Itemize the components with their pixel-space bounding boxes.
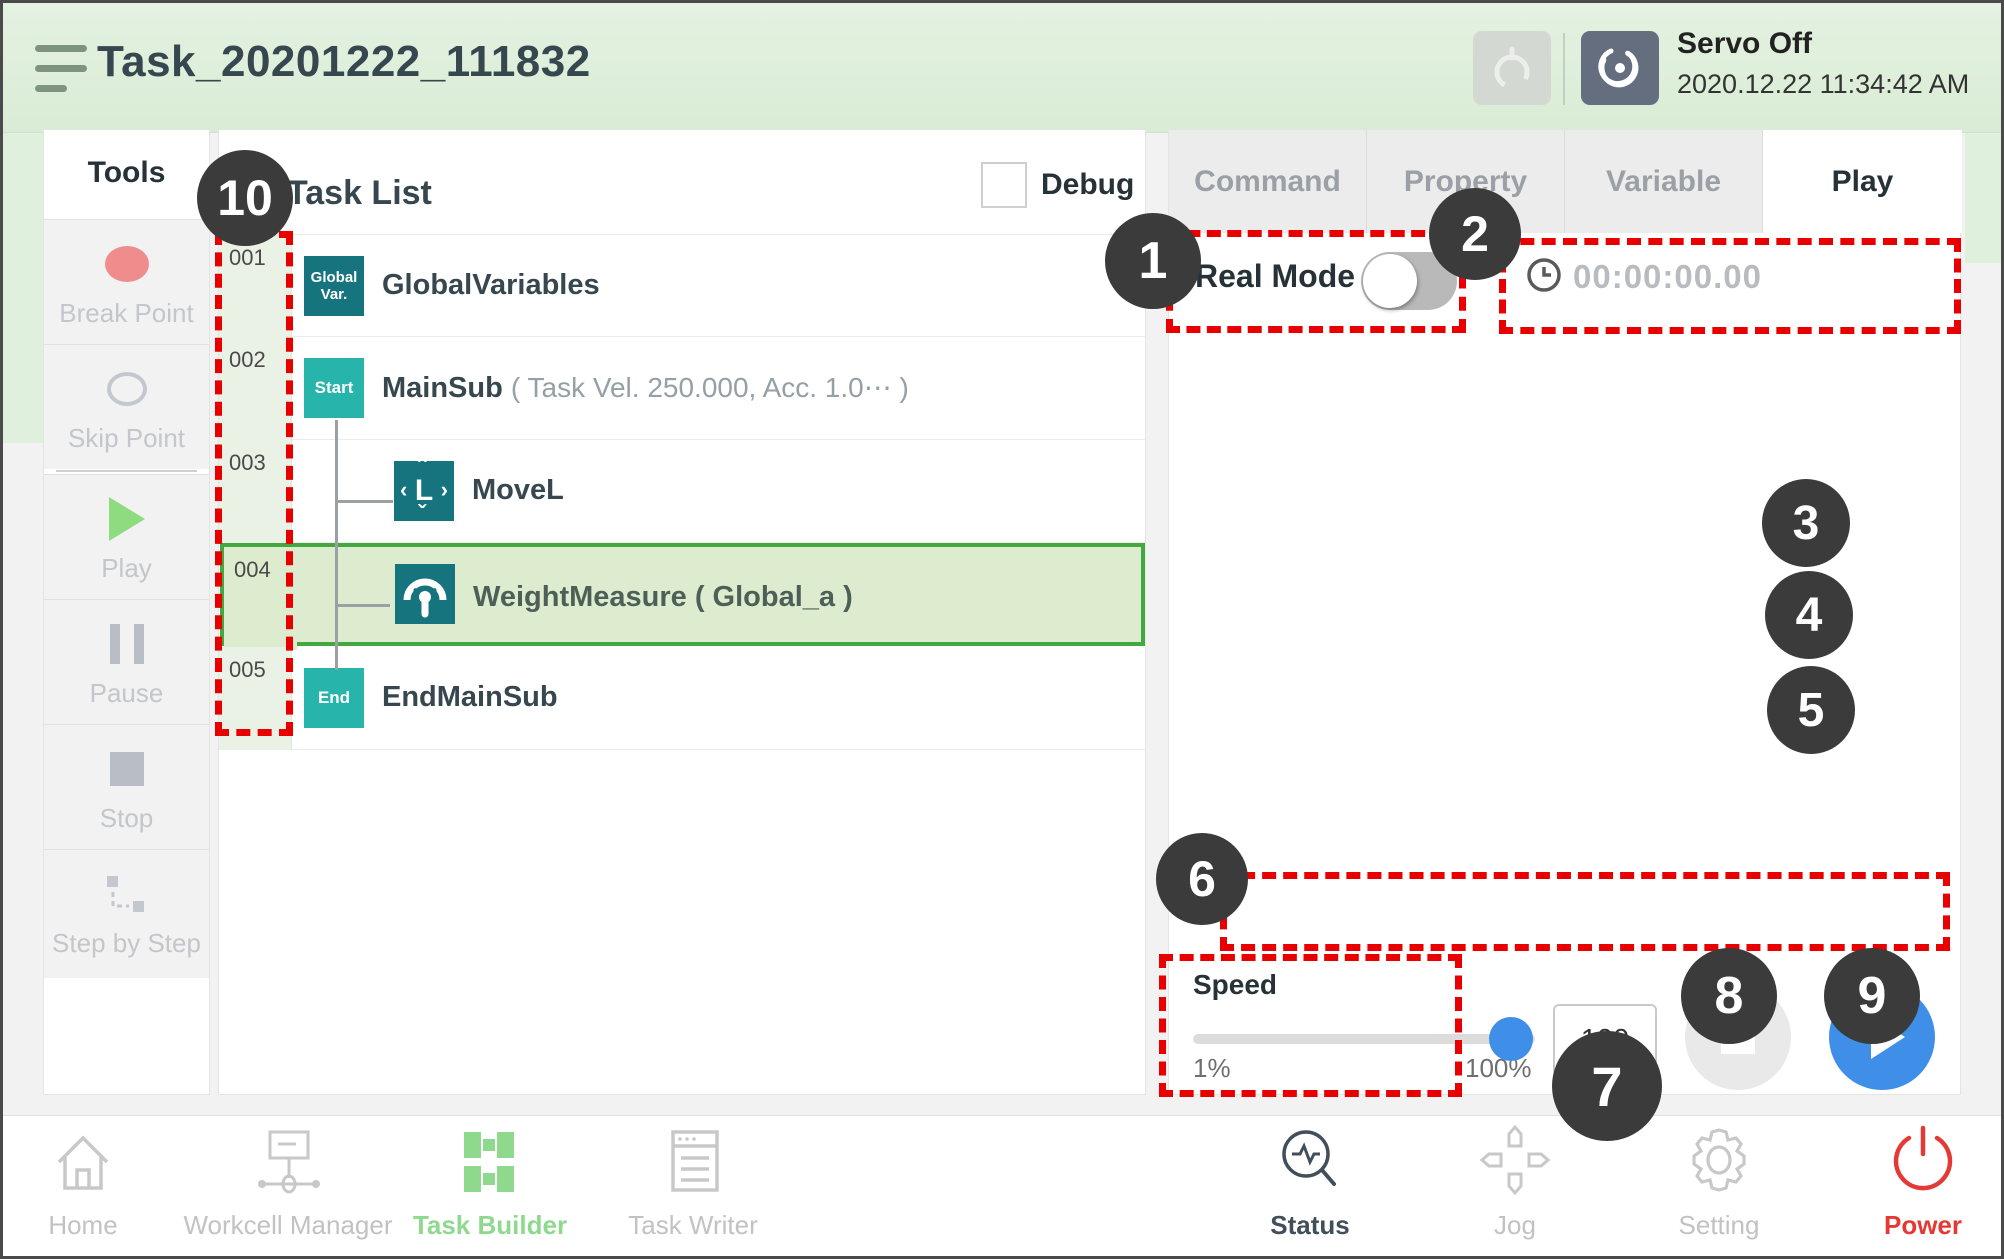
annotation-badge-6: 6: [1156, 833, 1248, 925]
task-row-endmainsub[interactable]: 005 End EndMainSub: [219, 647, 1145, 750]
row-sub-label: ( Task Vel. 250.000, Acc. 1.0⋯ ): [511, 372, 909, 403]
servo-status: Servo Off: [1677, 27, 1812, 61]
weightmeasure-icon: [395, 564, 455, 624]
annotation-rect-timer: [1499, 238, 1961, 334]
page-title: Task_20201222_111832: [97, 37, 591, 87]
step-by-step-button[interactable]: Step by Step: [44, 849, 209, 978]
nav-jog[interactable]: Jog: [1415, 1116, 1615, 1259]
play-button[interactable]: Play: [44, 474, 209, 599]
tree-connector-row4: [335, 604, 390, 607]
skip-point-button[interactable]: Skip Point: [44, 344, 209, 469]
annotation-rect-line-numbers: [215, 231, 293, 736]
workcell-manager-icon: [168, 1116, 408, 1200]
skip-point-icon: [44, 363, 209, 415]
tools-sidebar: Tools Break Point Skip Point Play: [43, 129, 210, 1095]
tree-connector-row3: [335, 500, 393, 503]
power-icon: [1823, 1116, 2004, 1200]
row-label: MoveL: [472, 474, 564, 507]
stop-button[interactable]: Stop: [44, 724, 209, 849]
tab-command[interactable]: Command: [1169, 130, 1367, 233]
task-list-panel: Task List Debug 001 Global Var. GlobalVa…: [218, 129, 1146, 1095]
gripper-icon: [1473, 31, 1551, 105]
play-icon: [44, 493, 209, 545]
end-icon: End: [304, 668, 364, 728]
nav-task-builder[interactable]: Task Builder: [390, 1116, 590, 1259]
break-point-button[interactable]: Break Point: [44, 219, 209, 344]
background-strip-left: [3, 133, 43, 443]
task-row-weightmeasure-selected[interactable]: 004 WeightMeasure ( Global_a ): [220, 543, 1145, 646]
annotation-badge-5: 5: [1767, 666, 1855, 754]
start-icon: Start: [304, 358, 364, 418]
annotation-badge-10: 10: [197, 150, 293, 246]
task-row-movel[interactable]: 003 ‹ › ˆ ˇ L MoveL: [219, 440, 1145, 543]
annotation-badge-7: 7: [1552, 1031, 1662, 1141]
task-list-title: Task List: [287, 174, 432, 213]
annotation-rect-real-mode: [1166, 230, 1466, 333]
annotation-badge-8: 8: [1681, 948, 1777, 1044]
hamburger-menu-icon[interactable]: [35, 45, 87, 92]
tree-connector-vertical: [335, 420, 338, 670]
stop-icon: [44, 743, 209, 795]
movel-icon: ‹ › ˆ ˇ L: [394, 461, 454, 521]
app-window: Task_20201222_111832 Servo Off 2020.12.2…: [0, 0, 2004, 1259]
nav-task-writer[interactable]: Task Writer: [593, 1116, 793, 1259]
annotation-badge-3: 3: [1762, 479, 1850, 567]
row-label: EndMainSub: [382, 681, 558, 714]
annotation-badge-1: 1: [1105, 213, 1201, 309]
annotation-rect-view-buttons: [1220, 872, 1950, 951]
annotation-badge-9: 9: [1824, 948, 1920, 1044]
task-builder-icon: [390, 1116, 590, 1200]
annotation-badge-4: 4: [1765, 571, 1853, 659]
nav-home[interactable]: Home: [0, 1116, 183, 1259]
nav-status[interactable]: Status: [1210, 1116, 1410, 1259]
background-strip-right: [1965, 133, 2004, 263]
pause-icon: [44, 618, 209, 670]
robot-mode-button[interactable]: [1581, 31, 1659, 105]
annotation-badge-2: 2: [1429, 188, 1521, 280]
nav-power[interactable]: Power: [1823, 1116, 2004, 1259]
bottom-navigation: Home Workcell Manager: [3, 1115, 2004, 1258]
nav-workcell-manager[interactable]: Workcell Manager: [168, 1116, 408, 1259]
row-label: MainSub ( Task Vel. 250.000, Acc. 1.0⋯ ): [382, 371, 909, 405]
setting-gear-icon: [1619, 1116, 1819, 1200]
row-label: WeightMeasure ( Global_a ): [473, 581, 853, 614]
annotation-rect-speed: [1159, 954, 1462, 1097]
tab-variable[interactable]: Variable: [1565, 130, 1763, 233]
tools-divider: [56, 470, 197, 472]
home-icon: [0, 1116, 183, 1200]
pause-button[interactable]: Pause: [44, 599, 209, 724]
status-icon: [1210, 1116, 1410, 1200]
global-var-icon: Global Var.: [304, 256, 364, 316]
nav-setting[interactable]: Setting: [1619, 1116, 1819, 1259]
robot-swirl-icon: [1581, 31, 1659, 105]
debug-label: Debug: [1041, 168, 1134, 202]
header-divider: [1563, 33, 1565, 105]
row-label: GlobalVariables: [382, 269, 600, 302]
task-row-mainsub[interactable]: 002 Start MainSub ( Task Vel. 250.000, A…: [219, 337, 1145, 440]
break-point-icon: [44, 238, 209, 290]
tab-play[interactable]: Play: [1763, 130, 1962, 233]
tools-title: Tools: [44, 130, 209, 190]
task-writer-icon: [593, 1116, 793, 1200]
header-datetime: 2020.12.22 11:34:42 AM: [1677, 69, 1969, 100]
step-by-step-icon: [44, 868, 209, 920]
task-row-globalvariables[interactable]: 001 Global Var. GlobalVariables: [219, 234, 1145, 337]
gripper-tool-button[interactable]: [1473, 31, 1551, 105]
speed-slider-knob[interactable]: [1489, 1017, 1533, 1061]
debug-checkbox[interactable]: [981, 162, 1027, 208]
